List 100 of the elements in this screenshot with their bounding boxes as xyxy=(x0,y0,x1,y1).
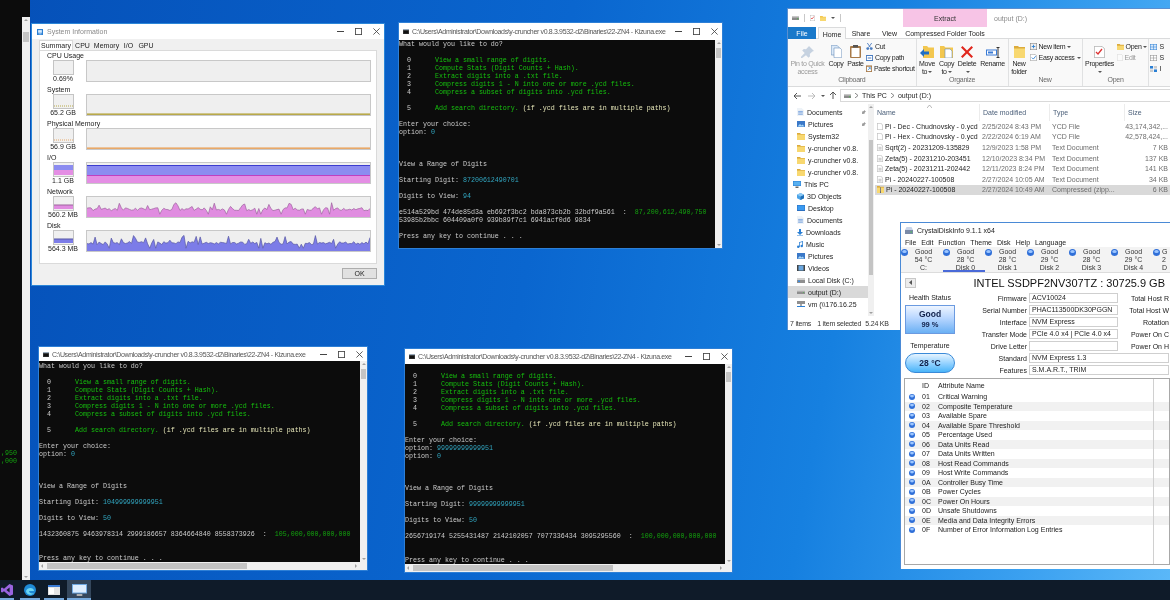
music-note-icon xyxy=(797,240,803,248)
loop-icon[interactable] xyxy=(1,584,13,596)
status-dot-icon xyxy=(908,517,915,524)
caret-down-icon[interactable] xyxy=(821,94,825,97)
vertical-scrollbar[interactable] xyxy=(360,361,367,562)
status-ball-icon xyxy=(985,249,992,256)
previous-disk-button[interactable] xyxy=(905,277,916,288)
drive-icon xyxy=(797,290,805,294)
close-icon[interactable] xyxy=(711,28,718,35)
maximize-icon[interactable] xyxy=(338,350,345,358)
caret-down-icon[interactable] xyxy=(928,70,933,73)
picture-icon xyxy=(797,253,805,259)
app-icon xyxy=(37,28,43,35)
mini-graph xyxy=(52,94,74,109)
status-dot-icon xyxy=(908,431,915,438)
copy-icon xyxy=(830,45,842,58)
zip-folder-icon xyxy=(877,186,884,194)
temperature-badge: 28 °C xyxy=(905,353,955,373)
folder-icon xyxy=(797,144,805,152)
vertical-scrollbar[interactable] xyxy=(725,364,732,564)
status-dot-icon xyxy=(908,460,915,467)
folder-page-icon xyxy=(940,46,954,58)
status-dot-icon xyxy=(908,393,915,400)
picture-icon xyxy=(797,121,805,127)
health-status: Good xyxy=(918,309,942,320)
document-icon xyxy=(797,108,804,116)
caret-down-icon[interactable] xyxy=(965,70,970,73)
folder-arrow-icon xyxy=(920,46,935,58)
status-dot-icon xyxy=(908,479,915,486)
folder-icon xyxy=(797,168,805,176)
mini-graph xyxy=(52,162,74,177)
drive-icon[interactable] xyxy=(844,93,851,98)
folder-icon xyxy=(797,156,805,164)
page-plus-icon xyxy=(1029,43,1037,50)
status-ball-icon xyxy=(901,249,908,256)
pushpin-icon xyxy=(801,46,814,58)
text-box-icon xyxy=(866,54,873,61)
app-icon xyxy=(905,227,913,234)
status-dot-icon xyxy=(908,422,915,429)
mini-graph xyxy=(52,128,74,143)
cube-icon xyxy=(797,192,804,200)
status-dot-icon xyxy=(908,507,915,514)
minimize-icon[interactable] xyxy=(320,353,327,355)
close-icon[interactable] xyxy=(721,353,728,360)
maximize-icon[interactable] xyxy=(703,353,710,360)
console-icon xyxy=(403,29,409,34)
back-arrow-icon[interactable] xyxy=(794,92,801,99)
console-icon xyxy=(43,351,49,357)
horizontal-scrollbar[interactable] xyxy=(405,564,732,572)
squares-icon xyxy=(1150,65,1158,72)
grid-icon xyxy=(1150,43,1158,50)
status-dot-icon xyxy=(908,403,915,410)
status-ball-icon xyxy=(1111,249,1118,256)
text-file-icon xyxy=(877,154,883,162)
status-dot-icon xyxy=(908,450,915,457)
grid-icon xyxy=(1150,54,1158,61)
close-icon[interactable] xyxy=(356,350,363,358)
close-icon[interactable] xyxy=(373,28,380,35)
status-ball-icon xyxy=(1027,249,1034,256)
caret-down-icon[interactable] xyxy=(1076,56,1081,59)
drive-icon xyxy=(797,277,805,283)
horizontal-scrollbar[interactable] xyxy=(39,562,367,570)
mini-graph xyxy=(52,60,74,75)
download-arrow-icon xyxy=(797,228,803,236)
vertical-scrollbar[interactable] xyxy=(22,17,30,580)
maximize-icon[interactable] xyxy=(693,28,700,35)
clipboard-icon xyxy=(850,45,861,58)
pin-icon xyxy=(862,110,866,114)
status-dot-icon xyxy=(908,469,915,476)
up-arrow-icon[interactable] xyxy=(830,92,836,99)
pin-icon xyxy=(862,122,866,126)
status-ball-icon xyxy=(1069,249,1076,256)
chevron-right-icon[interactable] xyxy=(890,93,894,98)
caret-down-icon[interactable] xyxy=(947,70,952,73)
page-check-icon xyxy=(1094,46,1106,58)
monitor-icon xyxy=(797,205,805,211)
delete-icon xyxy=(961,46,974,58)
computer-icon xyxy=(793,180,801,188)
text-cursor-icon xyxy=(985,47,1000,58)
vertical-scrollbar[interactable] xyxy=(868,104,874,316)
chevron-right-icon[interactable] xyxy=(855,93,858,98)
film-icon xyxy=(797,265,805,271)
page-check-icon[interactable] xyxy=(810,15,815,21)
console-icon xyxy=(409,354,415,359)
vertical-scrollbar[interactable] xyxy=(715,40,722,248)
triangle-left-icon xyxy=(909,280,912,285)
status-dot-icon xyxy=(908,498,915,505)
folder-icon xyxy=(1013,46,1025,58)
page-check-icon xyxy=(1029,54,1037,61)
caret-down-icon[interactable] xyxy=(831,17,835,19)
text-file-icon xyxy=(877,175,883,183)
folder-icon xyxy=(1116,43,1124,50)
caret-down-icon[interactable] xyxy=(1143,45,1148,48)
caret-down-icon[interactable] xyxy=(1098,70,1103,73)
status-ball-icon xyxy=(1153,249,1160,256)
window-icon[interactable] xyxy=(48,585,60,595)
network-drive-icon xyxy=(797,301,805,307)
status-dot-icon xyxy=(908,488,915,495)
maximize-icon[interactable] xyxy=(355,28,362,35)
caret-down-icon[interactable] xyxy=(1067,45,1072,48)
